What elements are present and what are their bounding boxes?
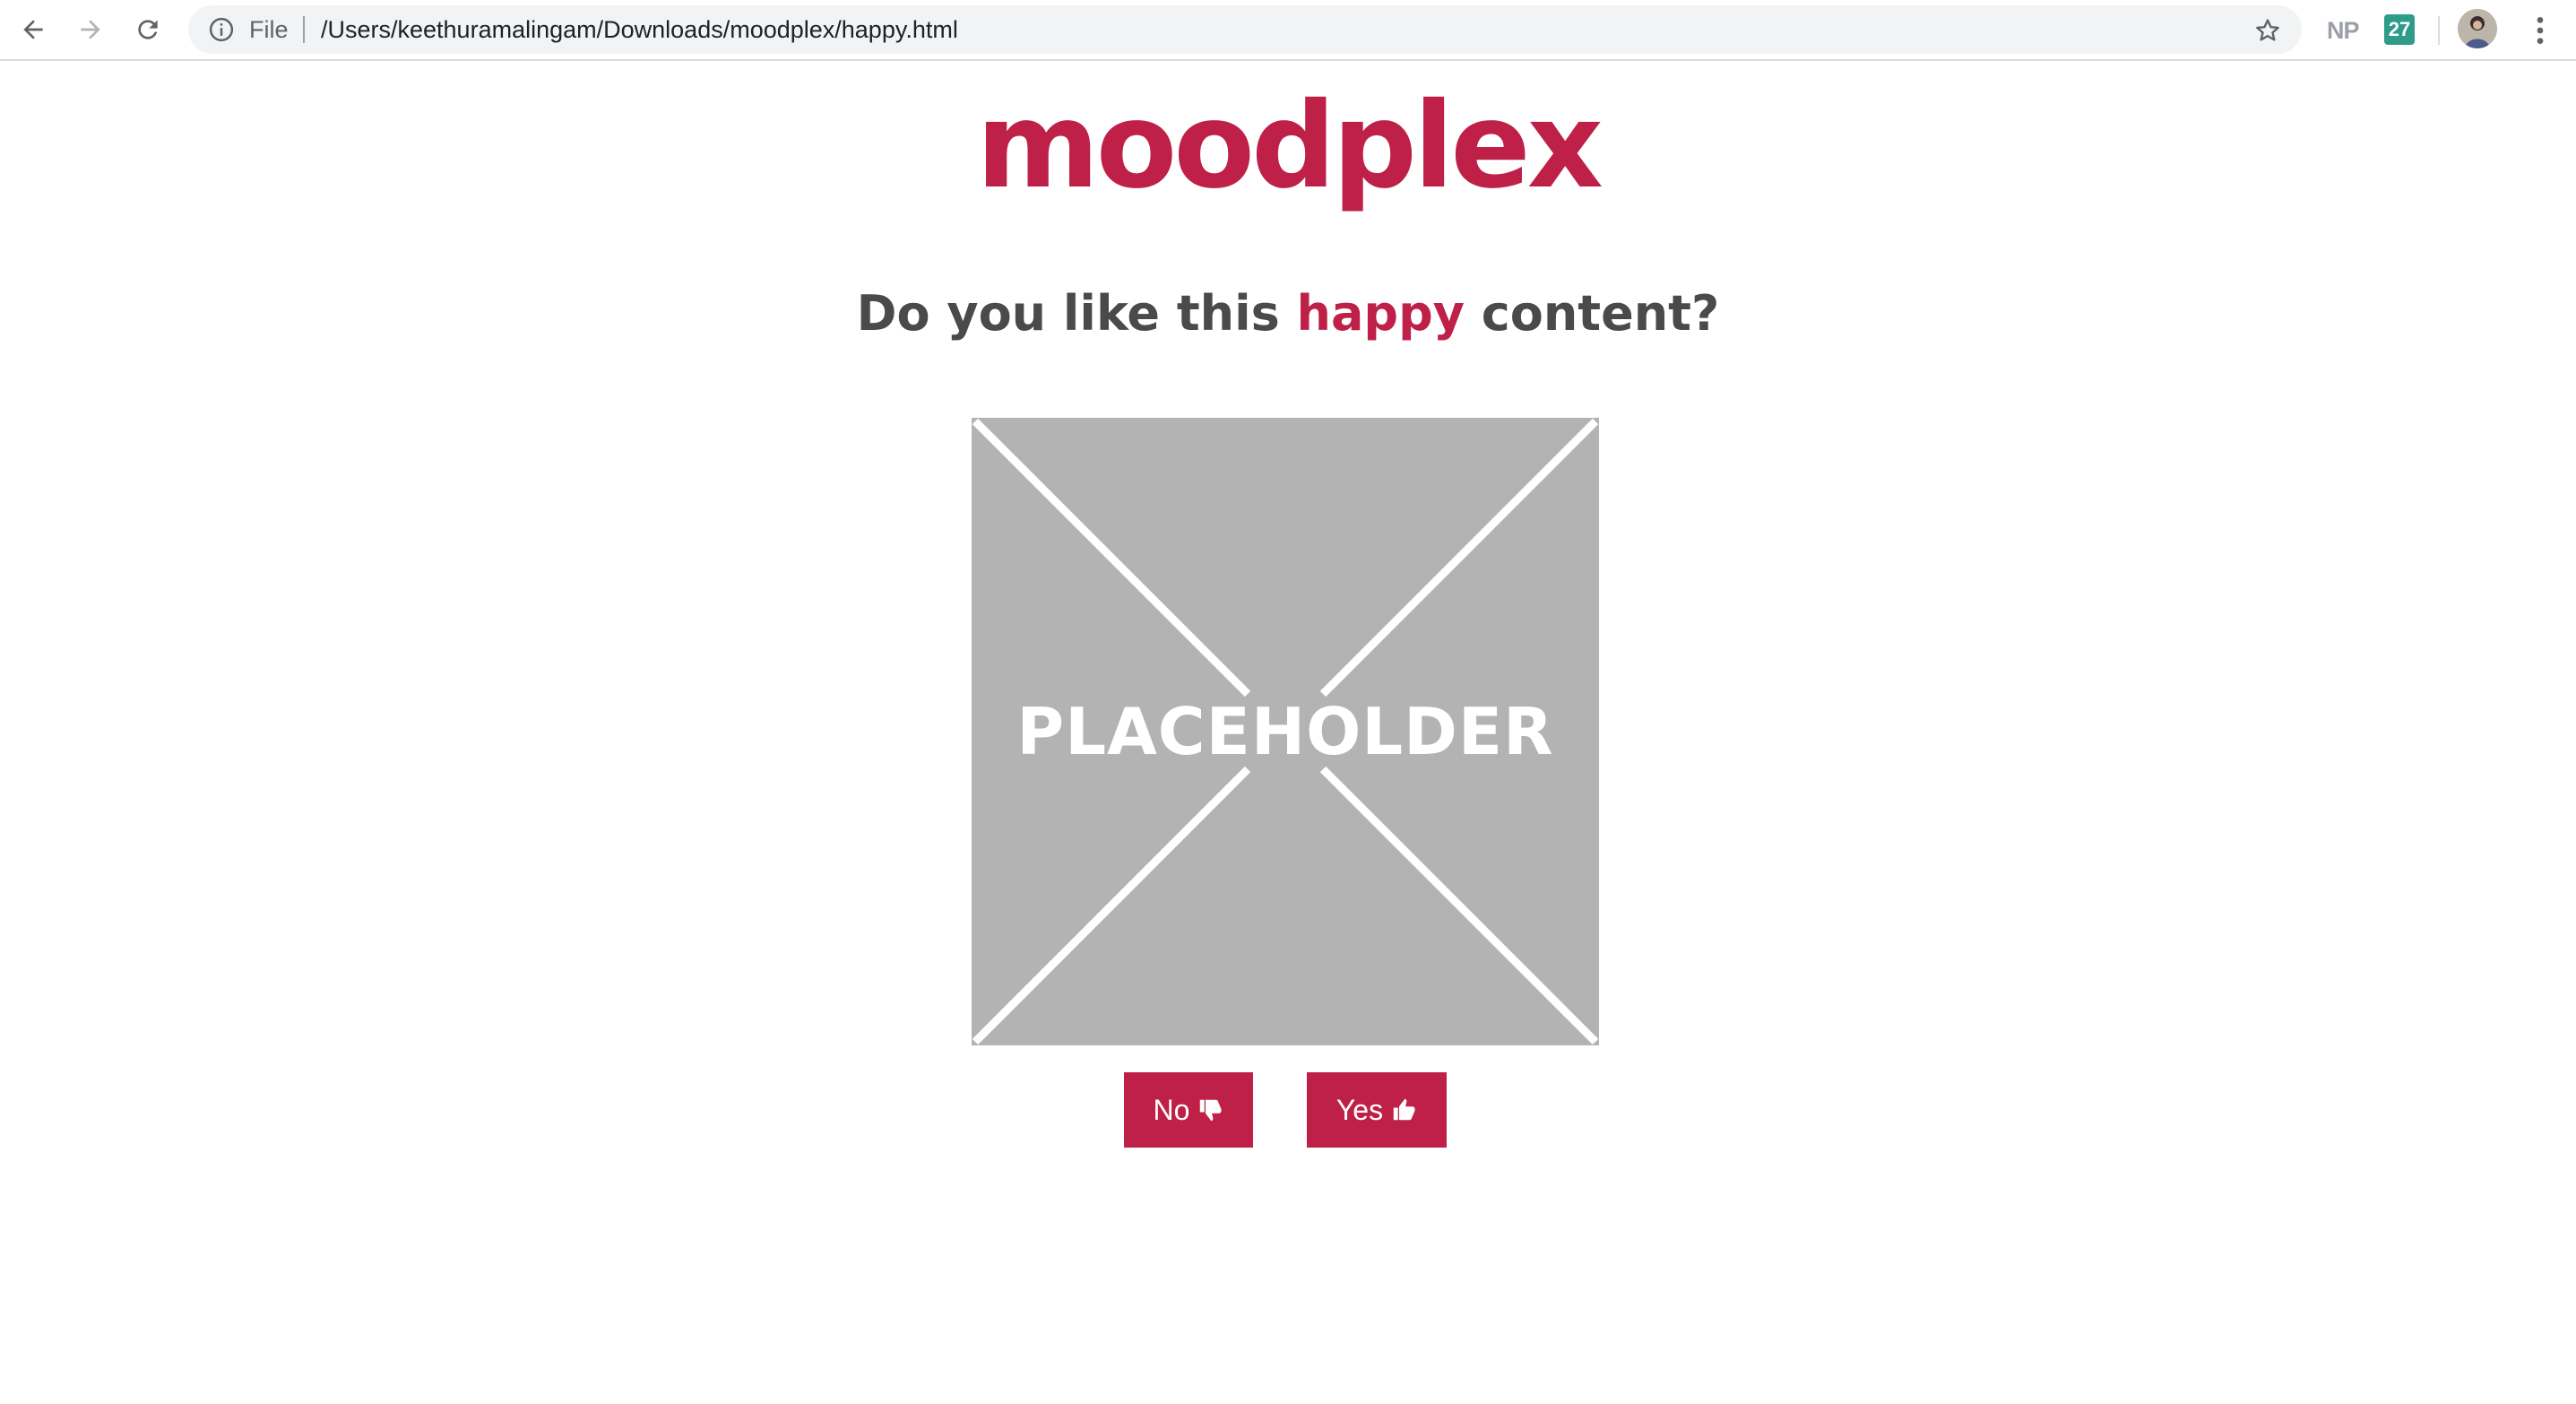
- placeholder-label: PLACEHOLDER: [1016, 694, 1554, 769]
- thumbs-up-icon: [1393, 1098, 1415, 1121]
- thumbs-down-icon: [1200, 1099, 1222, 1122]
- no-button-label: No: [1153, 1093, 1190, 1126]
- placeholder-image: PLACEHOLDER: [972, 418, 1599, 1045]
- yes-button[interactable]: Yes: [1307, 1072, 1447, 1148]
- arrow-right-icon: [81, 20, 100, 39]
- browser-toolbar: File /Users/keethuramalingam/Downloads/m…: [0, 0, 2576, 61]
- arrow-left-icon: [23, 20, 43, 39]
- mood-keyword: happy: [1296, 285, 1465, 342]
- toolbar-divider: [2438, 16, 2440, 45]
- question-suffix: content?: [1464, 285, 1720, 342]
- avatar[interactable]: [2458, 9, 2497, 48]
- yes-button-label: Yes: [1336, 1093, 1384, 1126]
- logo: moodplex: [976, 77, 1604, 215]
- back-button[interactable]: [13, 9, 54, 50]
- question-prefix: Do you like this: [856, 285, 1297, 342]
- star-icon[interactable]: [2253, 16, 2282, 45]
- page-question: Do you like this happy content?: [0, 278, 2576, 350]
- np-extension-icon[interactable]: NP: [2327, 13, 2360, 48]
- profile-avatar-icon: [2458, 9, 2497, 48]
- calendar-extension-icon[interactable]: 27: [2384, 14, 2415, 45]
- address-divider: [303, 16, 305, 43]
- reload-button[interactable]: [127, 9, 169, 50]
- forward-button[interactable]: [70, 9, 111, 50]
- url-text[interactable]: /Users/keethuramalingam/Downloads/moodpl…: [321, 5, 958, 54]
- kebab-menu-icon[interactable]: [2522, 13, 2558, 48]
- scheme-label: File: [249, 16, 289, 43]
- info-icon[interactable]: [208, 16, 235, 43]
- address-bar[interactable]: File /Users/keethuramalingam/Downloads/m…: [188, 5, 2302, 54]
- no-button[interactable]: No: [1124, 1072, 1253, 1148]
- reload-icon: [138, 20, 158, 39]
